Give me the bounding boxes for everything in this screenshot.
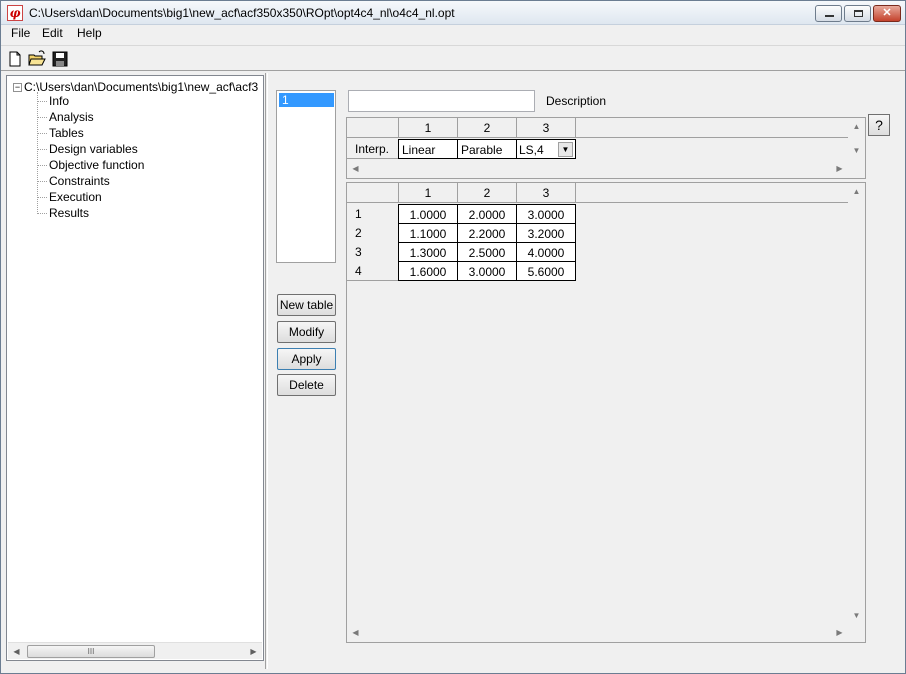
description-input[interactable]	[348, 90, 535, 112]
row-header: 4	[347, 261, 399, 281]
data-cell[interactable]: 3.0000	[516, 204, 576, 224]
tree-root[interactable]: − C:\Users\dan\Documents\big1\new_acf\acf…	[13, 80, 258, 94]
help-button[interactable]: ?	[868, 114, 890, 136]
grid-corner	[347, 183, 399, 203]
tree-root-label: C:\Users\dan\Documents\big1\new_acf\acf3…	[24, 80, 258, 94]
tree-item-execution[interactable]: Execution	[37, 190, 102, 204]
app-icon: φ	[7, 5, 23, 21]
row-header-interp: Interp.	[347, 139, 399, 159]
scroll-left-icon[interactable]: ◀	[347, 160, 364, 177]
data-cell[interactable]: 5.6000	[516, 261, 576, 281]
tree-item-info[interactable]: Info	[37, 94, 69, 108]
interp-horizontal-scrollbar[interactable]: ◀ ▶	[347, 160, 848, 177]
row-header: 1	[347, 204, 399, 224]
header-filler	[576, 183, 848, 203]
collapse-icon[interactable]: −	[13, 83, 22, 93]
data-cell[interactable]: 1.3000	[398, 242, 458, 262]
scroll-left-icon[interactable]: ◀	[8, 643, 25, 660]
interp-cell-linear[interactable]: Linear	[398, 139, 458, 159]
column-header: 1	[399, 118, 458, 138]
scroll-up-icon[interactable]: ▲	[848, 118, 865, 135]
maximize-icon	[854, 10, 863, 17]
data-cell[interactable]: 3.0000	[457, 261, 517, 281]
description-label: Description	[546, 94, 607, 108]
tree-horizontal-scrollbar[interactable]: ◀ III ▶	[8, 642, 262, 659]
maximize-button[interactable]	[844, 5, 871, 22]
save-button[interactable]	[50, 49, 70, 69]
tree-item-objective-function[interactable]: Objective function	[37, 158, 144, 172]
window-title: C:\Users\dan\Documents\big1\new_acf\acf3…	[29, 6, 455, 20]
new-file-icon	[9, 51, 21, 67]
close-button[interactable]: ✕	[873, 5, 901, 22]
data-cell[interactable]: 1.1000	[398, 223, 458, 243]
data-horizontal-scrollbar[interactable]: ◀ ▶	[347, 624, 848, 641]
title-bar[interactable]: φ C:\Users\dan\Documents\big1\new_acf\ac…	[1, 1, 905, 25]
main-window: φ C:\Users\dan\Documents\big1\new_acf\ac…	[0, 0, 906, 674]
data-cell[interactable]: 2.2000	[457, 223, 517, 243]
data-grid[interactable]: 1 2 3 1 1.0000 2.0000 3.0000 2 1.1000 2.…	[346, 182, 866, 643]
column-header: 2	[458, 118, 517, 138]
open-folder-button[interactable]	[27, 49, 47, 69]
header-filler	[576, 118, 848, 138]
menu-bar: File Edit Help	[1, 25, 905, 43]
interp-dropdown-value: LS,4	[519, 143, 544, 157]
minimize-icon	[825, 15, 834, 17]
data-cell[interactable]: 2.0000	[457, 204, 517, 224]
chevron-down-icon[interactable]: ▼	[558, 142, 573, 157]
open-folder-icon	[28, 50, 46, 66]
column-header: 1	[399, 183, 458, 203]
data-cell[interactable]: 1.0000	[398, 204, 458, 224]
new-file-button[interactable]	[5, 49, 25, 69]
tree-item-tables[interactable]: Tables	[37, 126, 84, 140]
minimize-button[interactable]	[815, 5, 842, 22]
scroll-right-icon[interactable]: ▶	[245, 643, 262, 660]
grid-corner	[347, 118, 399, 138]
close-icon: ✕	[882, 7, 892, 19]
data-cell[interactable]: 3.2000	[516, 223, 576, 243]
scroll-right-icon[interactable]: ▶	[831, 624, 848, 641]
data-cell[interactable]: 4.0000	[516, 242, 576, 262]
tree-item-results[interactable]: Results	[37, 206, 89, 220]
interp-vertical-scrollbar[interactable]: ▲ ▼	[848, 118, 865, 160]
data-vertical-scrollbar[interactable]: ▲ ▼	[848, 183, 865, 624]
tree-item-design-variables[interactable]: Design variables	[37, 142, 138, 156]
scroll-left-icon[interactable]: ◀	[347, 624, 364, 641]
delete-button[interactable]: Delete	[277, 374, 336, 396]
table-list-item[interactable]: 1	[279, 93, 334, 107]
table-list[interactable]: 1	[276, 90, 336, 263]
interpolation-grid[interactable]: 1 2 3 Interp. Linear Parable LS,4 ▼ ▲ ▼ …	[346, 117, 866, 179]
menu-file[interactable]: File	[11, 26, 30, 40]
row-header: 2	[347, 223, 399, 243]
panel-splitter[interactable]	[265, 73, 268, 669]
data-cell[interactable]: 2.5000	[457, 242, 517, 262]
column-header: 2	[458, 183, 517, 203]
menu-edit[interactable]: Edit	[42, 26, 63, 40]
row-header: 3	[347, 242, 399, 262]
scroll-right-icon[interactable]: ▶	[831, 160, 848, 177]
scroll-thumb[interactable]: III	[27, 645, 155, 658]
interp-cell-parable[interactable]: Parable	[457, 139, 517, 159]
menu-help[interactable]: Help	[77, 26, 102, 40]
column-header: 3	[517, 183, 576, 203]
scroll-up-icon[interactable]: ▲	[848, 183, 865, 200]
data-cell[interactable]: 1.6000	[398, 261, 458, 281]
modify-button[interactable]: Modify	[277, 321, 336, 343]
interp-dropdown[interactable]: LS,4 ▼	[516, 139, 576, 159]
new-table-button[interactable]: New table	[277, 294, 336, 316]
tree-item-analysis[interactable]: Analysis	[37, 110, 94, 124]
scroll-down-icon[interactable]: ▼	[848, 142, 865, 159]
column-header: 3	[517, 118, 576, 138]
save-disk-icon	[52, 51, 68, 67]
navigation-tree[interactable]: − C:\Users\dan\Documents\big1\new_acf\acf…	[6, 75, 264, 661]
tree-item-constraints[interactable]: Constraints	[37, 174, 110, 188]
scroll-down-icon[interactable]: ▼	[848, 607, 865, 624]
apply-button[interactable]: Apply	[277, 348, 336, 370]
toolbar	[1, 45, 905, 71]
